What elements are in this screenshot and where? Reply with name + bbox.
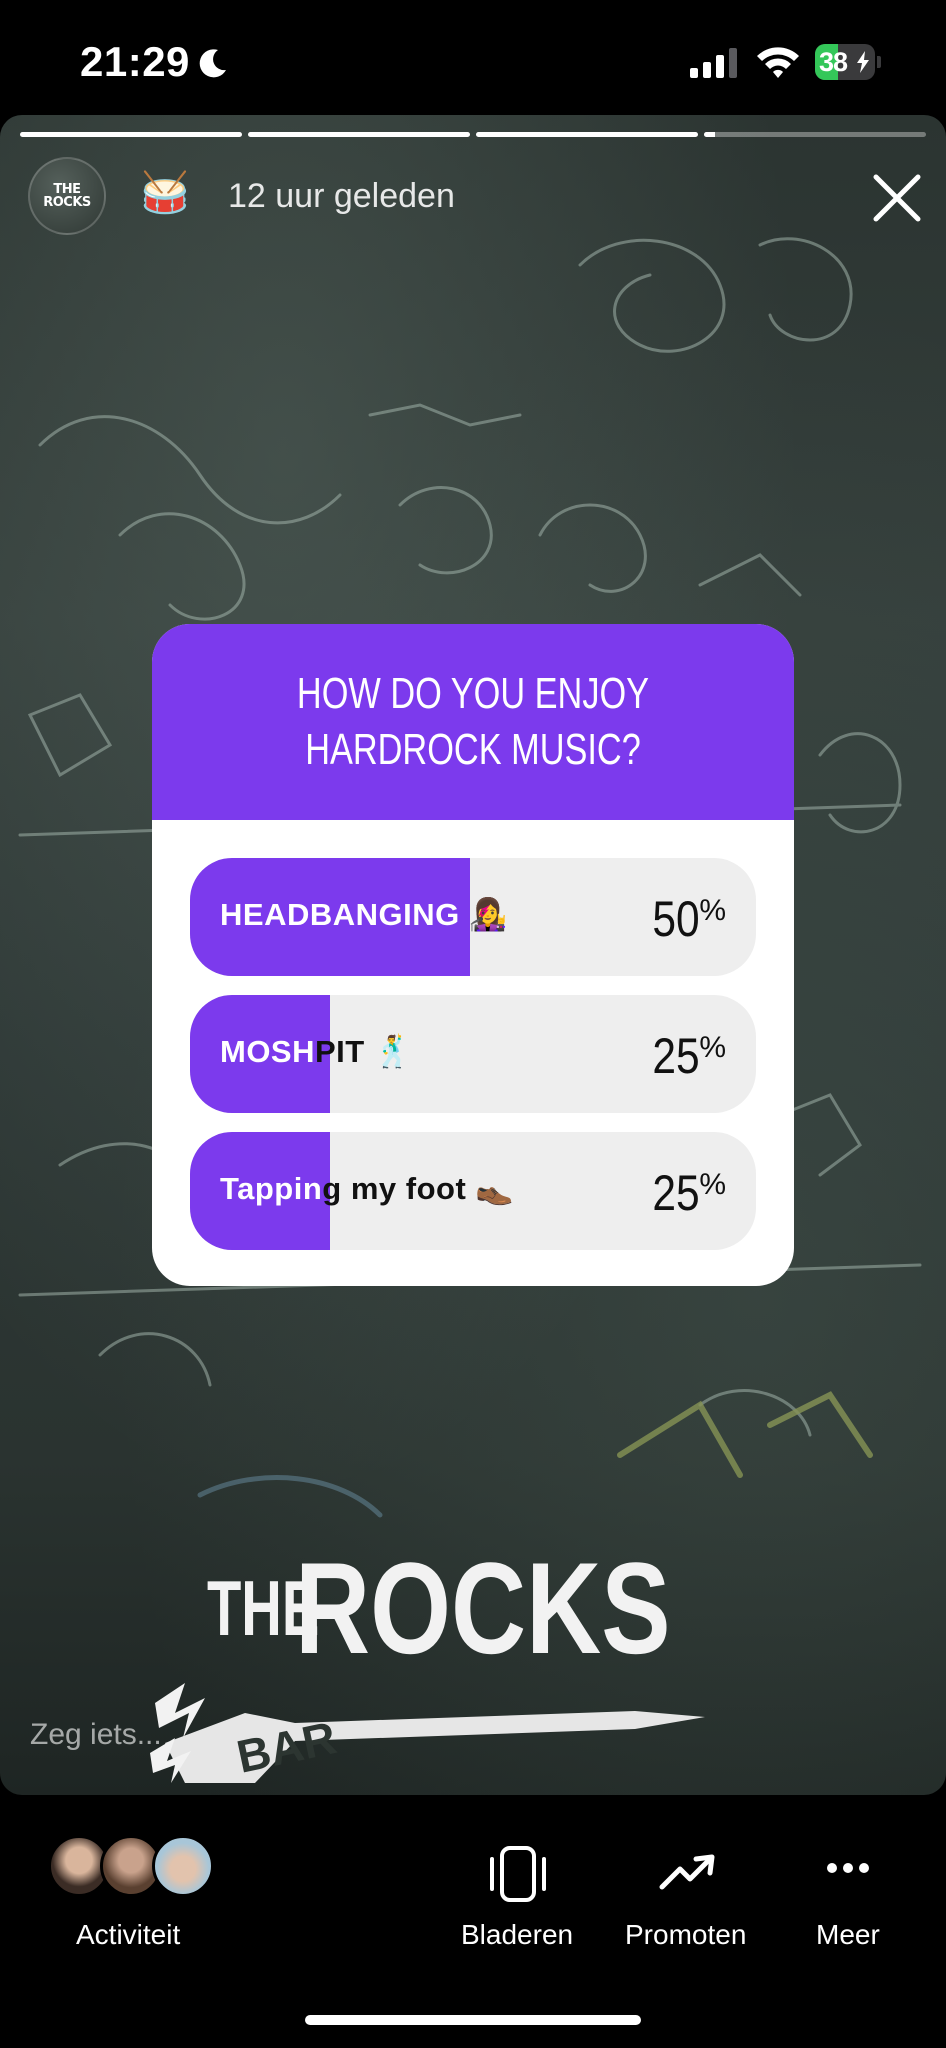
phone-outline-icon[interactable] xyxy=(488,1845,548,1903)
avatar-logo-text: THE ROCKS xyxy=(43,182,91,210)
moon-icon xyxy=(199,49,226,78)
charging-bolt-icon xyxy=(857,51,869,73)
story-time-ago: 12 uur geleden xyxy=(228,177,455,215)
battery-level: 38 xyxy=(819,47,848,77)
poll-option-headbanging[interactable]: HEADBANGING 👩‍🎤 50% xyxy=(190,858,756,976)
activity-label[interactable]: Activiteit xyxy=(76,1919,180,1951)
trending-up-icon[interactable] xyxy=(658,1853,718,1893)
wifi-icon xyxy=(757,47,799,78)
poll-question: HOW DO YOU ENJOY HARDROCK MUSIC? xyxy=(296,669,650,774)
status-bar: 21:29 38 xyxy=(0,0,946,115)
viewer-avatars[interactable] xyxy=(48,1835,218,1899)
poll-option-percent: 25% xyxy=(652,1165,726,1221)
home-indicator[interactable] xyxy=(305,2015,641,2025)
shoe-emoji: 👞 xyxy=(475,1171,515,1206)
drum-emoji: 🥁 xyxy=(140,170,190,216)
the-rocks-bar-logo: THE ROCKS BAR xyxy=(150,1535,705,1783)
more-label[interactable]: Meer xyxy=(816,1919,880,1951)
battery-indicator: 38 xyxy=(815,44,881,80)
close-icon[interactable] xyxy=(868,169,926,227)
poll-option-moshpit[interactable]: MOSHPIT 🕺 25% xyxy=(190,995,756,1113)
progress-segment-4 xyxy=(704,132,926,137)
progress-segment-2 xyxy=(248,132,470,137)
progress-segment-1 xyxy=(20,132,242,137)
poll-option-label: HEADBANGING 👩‍🎤 xyxy=(220,897,508,932)
poll-option-tapping[interactable]: Tapping my foot 👞 25% xyxy=(190,1132,756,1250)
more-dots-icon[interactable] xyxy=(826,1861,870,1875)
poll-option-percent: 50% xyxy=(652,891,726,947)
poll-header: HOW DO YOU ENJOY HARDROCK MUSIC? xyxy=(152,624,794,820)
browse-label[interactable]: Bladeren xyxy=(461,1919,573,1951)
bottom-toolbar: Activiteit Bladeren Promoten Meer xyxy=(0,1795,946,2048)
story-viewer[interactable]: THE ROCKS 🥁 12 uur geleden HOW DO YOU EN… xyxy=(0,115,946,1795)
account-avatar[interactable]: THE ROCKS xyxy=(28,157,106,235)
poll-option-label: Tapping my foot 👞 xyxy=(220,1171,515,1206)
signal-icon xyxy=(690,48,737,78)
poll-option-label: MOSHPIT 🕺 xyxy=(220,1034,413,1069)
dancer-emoji: 🕺 xyxy=(373,1034,413,1069)
reply-input-placeholder[interactable]: Zeg iets... xyxy=(30,1718,162,1752)
promote-label[interactable]: Promoten xyxy=(625,1919,746,1951)
poll-sticker: HOW DO YOU ENJOY HARDROCK MUSIC? HEADBAN… xyxy=(152,624,794,1286)
woman-singer-emoji: 👩‍🎤 xyxy=(468,897,508,932)
status-time: 21:29 xyxy=(80,38,190,85)
viewer-avatar xyxy=(152,1835,214,1897)
progress-segment-3 xyxy=(476,132,698,137)
poll-option-percent: 25% xyxy=(652,1028,726,1084)
svg-text:ROCKS: ROCKS xyxy=(295,1535,671,1681)
